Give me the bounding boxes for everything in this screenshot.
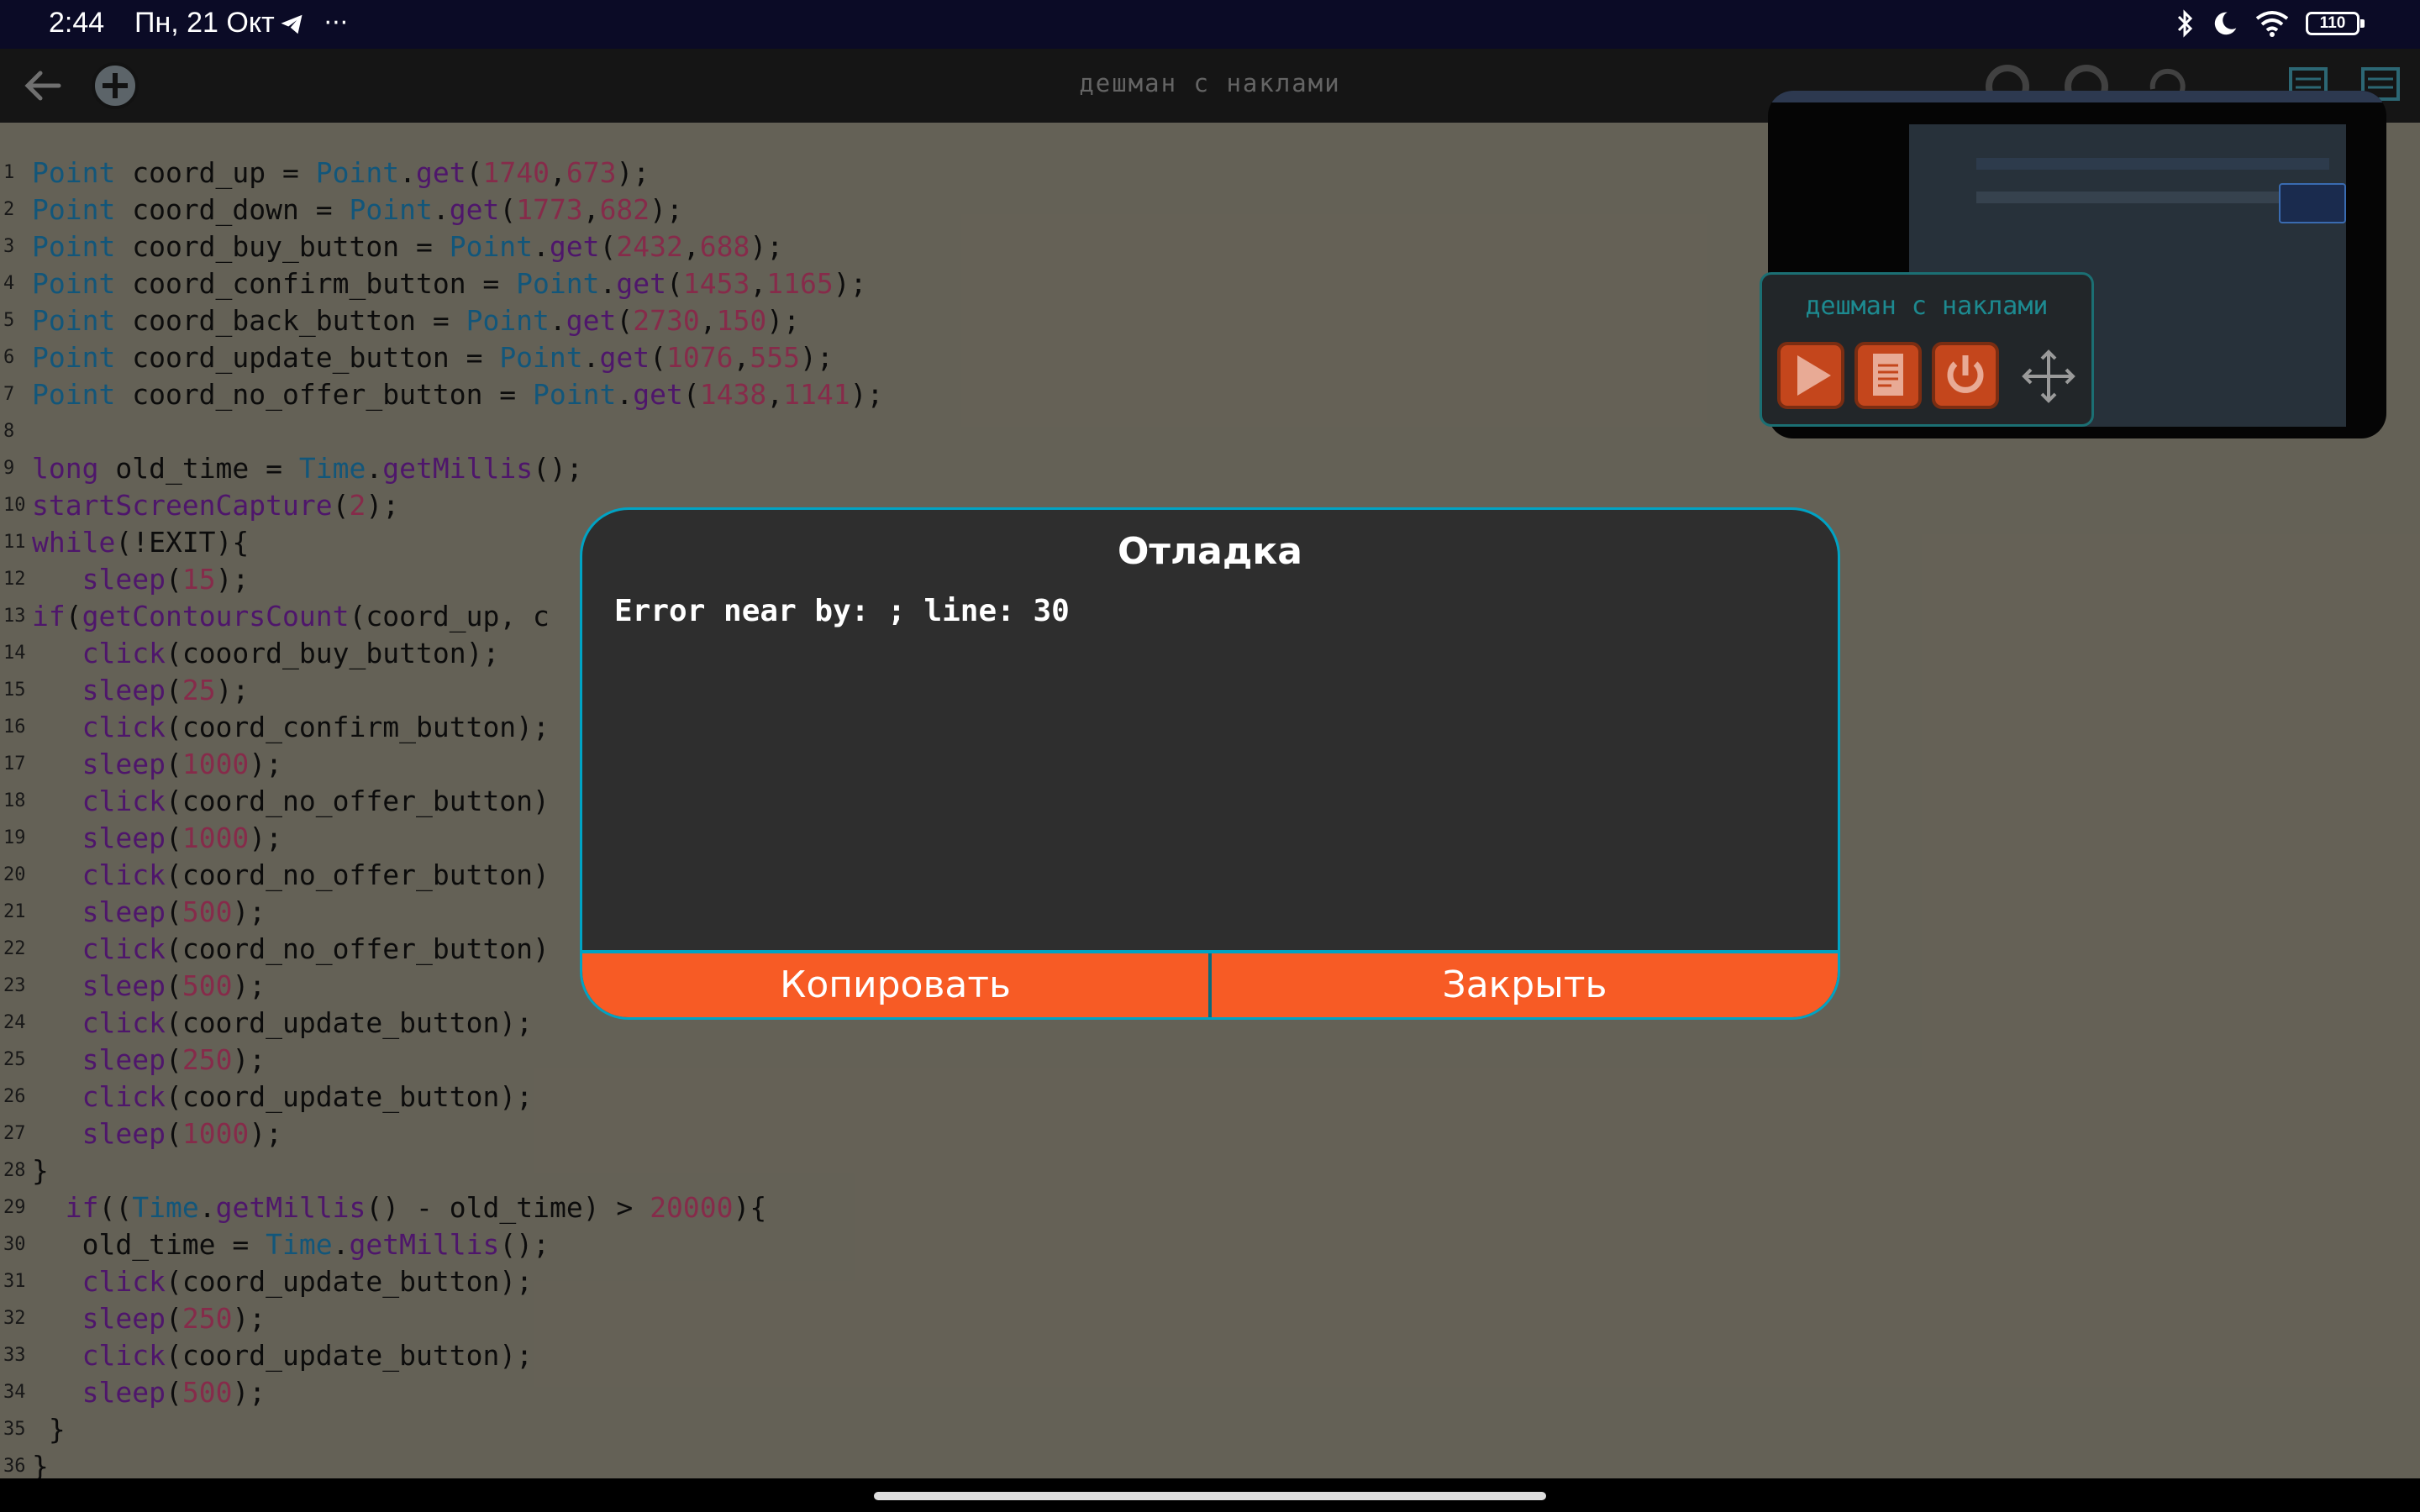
status-time: 2:44 [49, 7, 105, 39]
moon-icon [2214, 12, 2237, 35]
navigation-bar [0, 1478, 2420, 1512]
play-button[interactable] [1777, 342, 1844, 409]
bluetooth-icon [2177, 9, 2193, 38]
preview-topbar [1768, 91, 2386, 102]
debug-dialog: Отладка Error near by: ; line: 30 Копиро… [580, 507, 1840, 1020]
telegram-icon [281, 14, 302, 34]
status-date: Пн, 21 Окт [134, 7, 275, 39]
close-button[interactable]: Закрыть [1212, 953, 1838, 1017]
copy-button[interactable]: Копировать [582, 953, 1208, 1017]
script-control-panel[interactable]: дешман с наклами [1760, 272, 2094, 427]
power-icon [1947, 355, 1984, 393]
stop-button[interactable] [1932, 342, 1999, 409]
wifi-icon [2255, 11, 2289, 37]
status-bar: 2:44 Пн, 21 Окт ··· 110 [0, 0, 2420, 49]
preview-mini-panel [2279, 183, 2346, 223]
dialog-actions: Копировать Закрыть [582, 950, 1838, 1017]
home-gesture-handle[interactable] [874, 1492, 1546, 1500]
battery-icon: 110 [2306, 12, 2365, 35]
status-more-icon: ··· [324, 8, 349, 38]
play-icon [1797, 355, 1831, 396]
status-right-icons: 110 [2175, 7, 2365, 40]
document-icon [1873, 354, 1903, 396]
control-panel-title: дешман с наклами [1805, 291, 2049, 321]
move-icon[interactable] [2019, 347, 2078, 406]
dialog-message: Error near by: ; line: 30 [614, 594, 1070, 628]
status-left-icons: ··· [277, 8, 348, 38]
dialog-title: Отладка [1118, 530, 1302, 573]
log-button[interactable] [1854, 342, 1922, 409]
